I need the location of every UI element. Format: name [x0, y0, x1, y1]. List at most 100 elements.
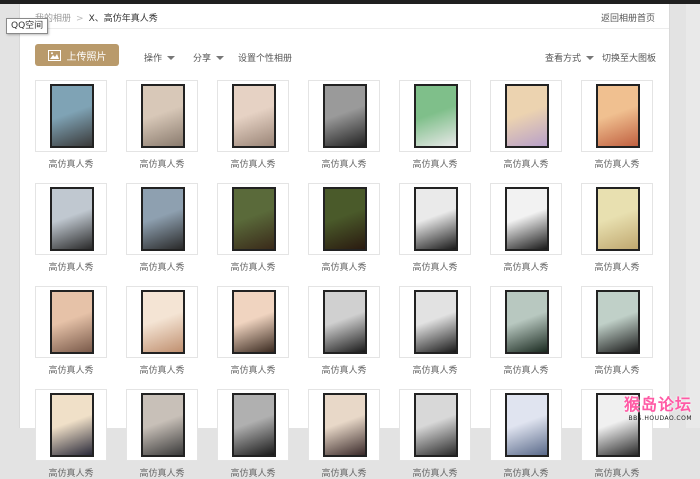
photo-thumbnail[interactable]	[308, 286, 380, 358]
photo-image	[50, 290, 94, 354]
photo-thumbnail[interactable]	[35, 183, 107, 255]
photo-image	[414, 187, 458, 251]
switch-large-view-link[interactable]: 切换至大图板	[602, 51, 656, 64]
photo-image	[414, 290, 458, 354]
photo-image	[232, 187, 276, 251]
photo-thumbnail[interactable]	[308, 183, 380, 255]
view-mode-menu[interactable]: 查看方式	[545, 51, 595, 64]
photo-caption: 高仿真人秀	[230, 469, 276, 479]
photo-image	[50, 84, 94, 148]
photo-image	[505, 290, 549, 354]
breadcrumb: 我的相册 > X、高仿年真人秀	[35, 11, 158, 24]
action-label: 操作	[144, 54, 163, 64]
photo-caption: 高仿真人秀	[230, 160, 276, 170]
photo-thumbnail[interactable]	[399, 286, 471, 358]
photo-thumbnail[interactable]	[35, 286, 107, 358]
photo-thumbnail[interactable]	[126, 80, 198, 152]
photo-image	[505, 187, 549, 251]
photo-caption: 高仿真人秀	[412, 469, 458, 479]
photo-image	[596, 187, 640, 251]
photo-image	[323, 187, 367, 251]
photo-thumbnail[interactable]	[581, 183, 653, 255]
photo-thumbnail[interactable]	[399, 389, 471, 461]
photo-image	[505, 84, 549, 148]
photo-thumbnail[interactable]	[490, 80, 562, 152]
header-divider	[20, 28, 669, 29]
personalize-album-link[interactable]: 设置个性相册	[238, 51, 292, 64]
photo-caption: 高仿真人秀	[503, 469, 549, 479]
photo-image	[232, 290, 276, 354]
photo-thumbnail[interactable]	[581, 286, 653, 358]
photo-caption: 高仿真人秀	[321, 160, 367, 170]
photo-image	[596, 84, 640, 148]
photo-caption: 高仿真人秀	[503, 160, 549, 170]
photo-caption: 高仿真人秀	[139, 366, 185, 376]
photo-thumbnail[interactable]	[581, 80, 653, 152]
photo-caption: 高仿真人秀	[230, 263, 276, 273]
photo-image	[50, 187, 94, 251]
chevron-down-icon	[586, 55, 595, 60]
photo-caption: 高仿真人秀	[503, 366, 549, 376]
watermark-sub: BBS.HOUDAO.COM	[628, 415, 692, 422]
photo-image	[141, 187, 185, 251]
photo-thumbnail[interactable]	[399, 183, 471, 255]
photo-image	[141, 393, 185, 457]
photo-caption: 高仿真人秀	[412, 263, 458, 273]
photo-caption: 高仿真人秀	[412, 160, 458, 170]
photo-caption: 高仿真人秀	[139, 263, 185, 273]
photo-image	[141, 290, 185, 354]
switch-large-view-label: 切换至大图板	[602, 54, 657, 64]
photo-thumbnail[interactable]	[126, 183, 198, 255]
photo-thumbnail[interactable]	[126, 389, 198, 461]
photo-thumbnail[interactable]	[217, 80, 289, 152]
photo-caption: 高仿真人秀	[48, 263, 94, 273]
upload-photo-label: 上传照片	[66, 51, 107, 63]
photo-thumbnail[interactable]	[308, 80, 380, 152]
back-to-albums-link[interactable]: 返回相册首页	[601, 11, 655, 24]
photo-caption: 高仿真人秀	[503, 263, 549, 273]
chevron-down-icon	[167, 55, 176, 60]
share-menu[interactable]: 分享	[193, 51, 225, 64]
photo-image	[141, 84, 185, 148]
photo-thumbnail[interactable]	[399, 80, 471, 152]
watermark-main: 猴岛论坛	[623, 395, 692, 414]
photo-caption: 高仿真人秀	[594, 160, 640, 170]
photo-thumbnail[interactable]	[490, 183, 562, 255]
scrollbar[interactable]	[686, 4, 700, 428]
photo-thumbnail[interactable]	[35, 80, 107, 152]
image-icon	[47, 49, 61, 61]
personalize-label: 设置个性相册	[238, 54, 293, 64]
photo-thumbnail[interactable]	[490, 286, 562, 358]
photo-caption: 高仿真人秀	[594, 469, 640, 479]
photo-thumbnail[interactable]	[308, 389, 380, 461]
share-label: 分享	[193, 54, 212, 64]
photo-image	[323, 84, 367, 148]
site-watermark: 猴岛论坛 BBS.HOUDAO.COM	[624, 391, 692, 422]
photo-caption: 高仿真人秀	[321, 366, 367, 376]
photo-caption: 高仿真人秀	[321, 469, 367, 479]
photo-image	[323, 393, 367, 457]
photo-image	[232, 84, 276, 148]
photo-caption: 高仿真人秀	[48, 160, 94, 170]
view-mode-label: 查看方式	[545, 54, 582, 64]
photo-thumbnail[interactable]	[35, 389, 107, 461]
photo-caption: 高仿真人秀	[412, 366, 458, 376]
photo-caption: 高仿真人秀	[594, 263, 640, 273]
photo-image	[50, 393, 94, 457]
photo-thumbnail[interactable]	[126, 286, 198, 358]
photo-thumbnail[interactable]	[490, 389, 562, 461]
action-menu[interactable]: 操作	[144, 51, 176, 64]
breadcrumb-current: X、高仿年真人秀	[88, 14, 158, 24]
photo-image	[414, 393, 458, 457]
photo-caption: 高仿真人秀	[321, 263, 367, 273]
photo-caption: 高仿真人秀	[48, 469, 94, 479]
photo-image	[505, 393, 549, 457]
photo-thumbnail[interactable]	[217, 389, 289, 461]
photo-image	[232, 393, 276, 457]
photo-thumbnail[interactable]	[217, 286, 289, 358]
photo-caption: 高仿真人秀	[48, 366, 94, 376]
photo-thumbnail[interactable]	[217, 183, 289, 255]
photo-image	[323, 290, 367, 354]
qq-space-tooltip: QQ空间	[6, 18, 49, 34]
upload-photo-button[interactable]: 上传照片	[35, 44, 119, 66]
